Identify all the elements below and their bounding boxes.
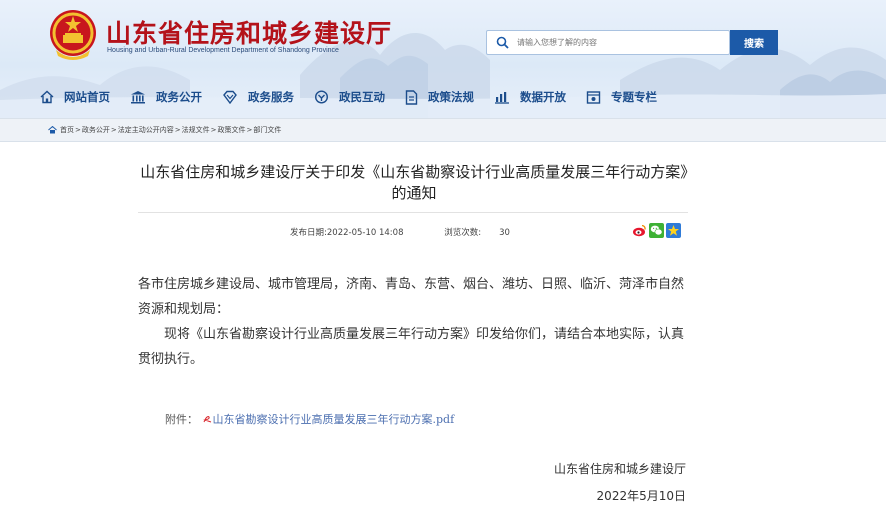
nav-item-policies[interactable]: 政策法规 <box>405 89 474 105</box>
nav-item-open-data[interactable]: 数据开放 <box>494 89 566 105</box>
breadcrumb-separator: > <box>110 126 117 134</box>
nav-label: 网站首页 <box>64 90 110 104</box>
site-subtitle: Housing and Urban-Rural Development Depa… <box>107 47 339 54</box>
views-label: 浏览次数: <box>444 228 482 238</box>
breadcrumb-item-dept-docs[interactable]: 部门文件 <box>253 125 281 135</box>
nav-item-gov-services[interactable]: 政务服务 <box>222 89 294 105</box>
signature-org: 山东省住房和城乡建设厅 <box>553 462 686 476</box>
document-icon <box>405 89 418 105</box>
nav-label: 政务服务 <box>248 90 294 104</box>
site-title: 山东省住房和城乡建设厅 <box>106 19 393 48</box>
wechat-icon[interactable] <box>649 223 664 238</box>
article-meta: 发布日期:2022-05-10 14:08 浏览次数: 30 <box>290 226 510 238</box>
bar-chart-icon <box>495 92 509 104</box>
addressee-paragraph: 各市住房城乡建设局、城市管理局，济南、青岛、东营、烟台、潍坊、日照、临沂、菏泽市… <box>138 277 685 317</box>
pdf-icon <box>202 416 211 423</box>
search-icon <box>487 31 517 54</box>
article-title: 山东省住房和城乡建设厅关于印发《山东省勘察设计行业高质量发展三年行动方案》的通知 <box>140 163 688 202</box>
breadcrumb-item-statutory[interactable]: 法定主动公开内容 <box>118 125 174 135</box>
breadcrumb-item-policy-docs[interactable]: 政策文件 <box>218 125 246 135</box>
nav-label: 专题专栏 <box>611 90 657 104</box>
nav-label: 政民互动 <box>339 90 385 104</box>
nav-label: 政策法规 <box>428 90 474 104</box>
favorite-star-icon[interactable] <box>666 223 681 238</box>
nav-item-home[interactable]: 网站首页 <box>40 89 110 105</box>
weibo-icon[interactable] <box>632 223 647 238</box>
article-body: 各市住房城乡建设局、城市管理局，济南、青岛、东营、烟台、潍坊、日照、临沂、菏泽市… <box>138 272 694 372</box>
interaction-icon <box>314 90 329 104</box>
breadcrumb-separator: > <box>210 126 217 134</box>
breadcrumb: 首页 > 政务公开 > 法定主动公开内容 > 法规文件 > 政策文件 > 部门文… <box>0 118 886 142</box>
home-icon <box>40 90 54 104</box>
breadcrumb-item-home[interactable]: 首页 <box>60 125 74 135</box>
nav-label: 数据开放 <box>520 90 566 104</box>
title-divider <box>138 212 688 213</box>
search-button[interactable]: 搜索 <box>730 30 778 55</box>
attachment-label: 附件： <box>165 413 198 426</box>
breadcrumb-item-gov-affairs[interactable]: 政务公开 <box>82 125 110 135</box>
breadcrumb-separator: > <box>174 126 181 134</box>
nav-item-gov-affairs[interactable]: 政务公开 <box>130 89 202 105</box>
main-nav: 网站首页 政务公开 政务服务 政民互动 政策法规 数据开放 专题专栏 <box>40 86 677 108</box>
nav-item-interaction[interactable]: 政民互动 <box>314 89 385 105</box>
breadcrumb-home-icon <box>48 126 57 134</box>
breadcrumb-separator: > <box>246 126 253 134</box>
attachment-link[interactable]: 山东省勘察设计行业高质量发展三年行动方案.pdf <box>213 413 455 426</box>
search-input[interactable] <box>517 38 717 47</box>
publish-date-label: 发布日期: <box>290 228 327 238</box>
share-buttons <box>632 223 681 238</box>
nav-item-topics[interactable]: 专题专栏 <box>586 89 657 105</box>
breadcrumb-separator: > <box>75 126 81 134</box>
body-paragraph: 现将《山东省勘察设计行业高质量发展三年行动方案》印发给你们，请结合本地实际，认真… <box>138 327 685 367</box>
views-count: 30 <box>499 228 510 238</box>
topic-icon <box>586 91 601 104</box>
attachment: 附件： 山东省勘察设计行业高质量发展三年行动方案.pdf <box>165 411 454 427</box>
government-building-icon <box>131 91 145 104</box>
signature-date: 2022年5月10日 <box>596 489 686 503</box>
national-emblem-icon <box>50 10 96 60</box>
breadcrumb-item-regulations[interactable]: 法规文件 <box>182 125 210 135</box>
search-box <box>486 30 730 55</box>
publish-date: 2022-05-10 14:08 <box>326 228 404 238</box>
diamond-service-icon <box>223 90 237 104</box>
site-header: 山东省住房和城乡建设厅 Housing and Urban-Rural Deve… <box>0 0 886 118</box>
nav-label: 政务公开 <box>156 90 202 104</box>
